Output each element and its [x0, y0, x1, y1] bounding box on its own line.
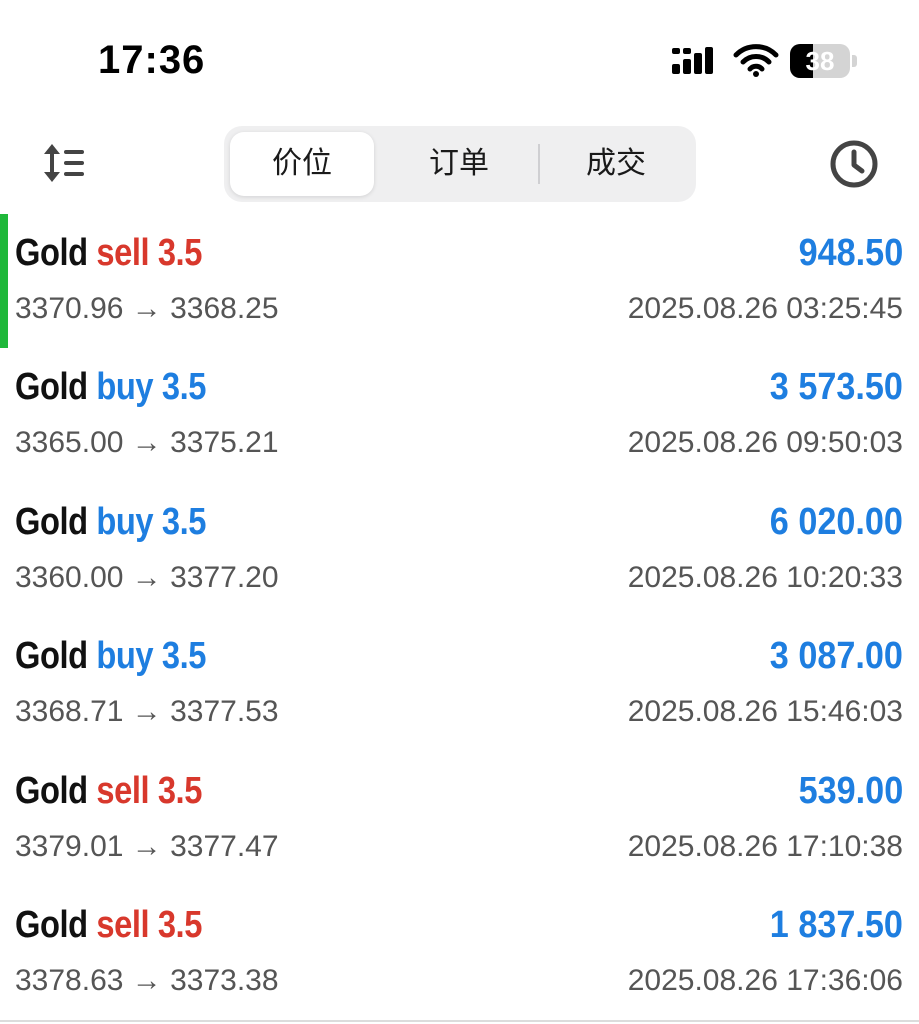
deal-symbol: Gold [15, 366, 88, 409]
deal-prices: 3365.00 → 3375.21 [15, 426, 279, 460]
deal-prices: 3368.71 → 3377.53 [15, 695, 279, 729]
deal-row[interactable]: Gold buy 3.5 3 573.50 3365.00 → 3375.21 … [0, 348, 919, 482]
deal-list: Gold sell 3.5 948.50 3370.96 → 3368.25 2… [0, 214, 919, 1020]
deal-symbol: Gold [15, 500, 88, 543]
deal-prices: 3360.00 → 3377.20 [15, 560, 279, 594]
deal-side: sell [96, 903, 150, 946]
status-time: 17:36 [98, 38, 206, 82]
bottom-divider [0, 1020, 919, 1022]
deal-side: sell [96, 769, 150, 812]
deal-symbol: Gold [15, 635, 88, 678]
deal-time: 2025.08.26 10:20:33 [627, 560, 903, 594]
deal-profit: 539.00 [798, 769, 903, 812]
deal-profit: 6 020.00 [769, 500, 903, 543]
battery-body: 38 [790, 44, 850, 78]
deal-row[interactable]: Gold buy 3.5 3 087.00 3368.71 → 3377.53 … [0, 617, 919, 751]
deal-title: Gold buy 3.5 [15, 635, 206, 678]
battery-icon: 38 [790, 44, 860, 78]
deal-volume: 3.5 [161, 366, 207, 409]
deal-profit: 3 573.50 [769, 366, 903, 409]
tab-divider [538, 144, 540, 184]
deal-side: buy [96, 635, 154, 678]
status-bar: 17:36 38 [0, 0, 919, 110]
deal-side: sell [96, 232, 150, 274]
deal-title: Gold sell 3.5 [15, 770, 202, 813]
deal-profit: 1 837.50 [769, 903, 903, 946]
deal-symbol: Gold [15, 232, 88, 274]
deal-title: Gold sell 3.5 [15, 232, 202, 275]
deal-volume: 3.5 [161, 635, 207, 678]
deal-prices: 3379.01 → 3377.47 [15, 829, 279, 863]
selected-marker [0, 214, 8, 348]
deal-profit: 948.50 [798, 232, 903, 274]
deal-symbol: Gold [15, 769, 88, 812]
deal-volume: 3.5 [157, 903, 203, 946]
tab-deals[interactable]: 成交 [542, 132, 690, 196]
deal-time: 2025.08.26 15:46:03 [627, 695, 903, 729]
deal-time: 2025.08.26 17:10:38 [627, 829, 903, 863]
deal-volume: 3.5 [157, 232, 203, 274]
deal-time: 2025.08.26 03:25:45 [627, 292, 903, 325]
deal-row[interactable]: Gold buy 3.5 6 020.00 3360.00 → 3377.20 … [0, 483, 919, 617]
tab-orders[interactable]: 订单 [384, 132, 534, 196]
clock-icon[interactable] [828, 138, 880, 190]
deal-row[interactable]: Gold sell 3.5 539.00 3379.01 → 3377.47 2… [0, 752, 919, 886]
deal-row[interactable]: Gold sell 3.5 948.50 3370.96 → 3368.25 2… [0, 214, 919, 348]
deal-prices: 3370.96 → 3368.25 [15, 292, 279, 325]
deal-row[interactable]: Gold sell 3.5 1 837.50 3378.63 → 3373.38… [0, 886, 919, 1020]
deal-title: Gold buy 3.5 [15, 501, 206, 544]
battery-level: 38 [805, 46, 835, 76]
deal-side: buy [96, 366, 154, 409]
deal-title: Gold buy 3.5 [15, 366, 206, 409]
deal-volume: 3.5 [161, 500, 207, 543]
deal-symbol: Gold [15, 903, 88, 946]
toolbar: 价位 订单 成交 [0, 120, 919, 208]
deal-time: 2025.08.26 17:36:06 [627, 963, 903, 997]
wifi-icon [733, 44, 779, 77]
deal-prices: 3378.63 → 3373.38 [15, 963, 279, 997]
deal-side: buy [96, 500, 154, 543]
deal-volume: 3.5 [157, 769, 203, 812]
deal-profit: 3 087.00 [769, 635, 903, 678]
sort-lines-icon[interactable] [40, 138, 90, 188]
deal-title: Gold sell 3.5 [15, 904, 202, 947]
deal-time: 2025.08.26 09:50:03 [627, 426, 903, 460]
segmented-control: 价位 订单 成交 [224, 126, 696, 202]
signal-icon [672, 47, 713, 74]
battery-cap [852, 55, 857, 67]
tab-price[interactable]: 价位 [230, 132, 374, 196]
